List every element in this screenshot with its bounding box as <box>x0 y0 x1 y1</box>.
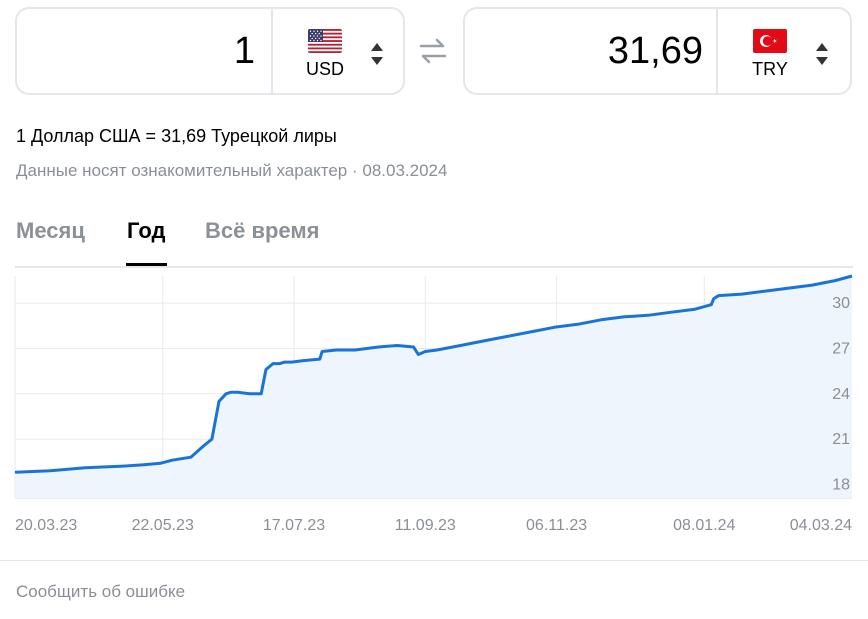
x-tick-label: 22.05.23 <box>132 517 194 534</box>
from-currency-box: 1 USD <box>15 7 405 95</box>
sort-arrows-icon <box>370 42 384 66</box>
y-tick-label: 18 <box>832 476 850 493</box>
to-currency-code: TRY <box>752 59 788 79</box>
active-tab-indicator <box>126 263 167 266</box>
tab-all-time[interactable]: Всё время <box>205 218 320 244</box>
exchange-rate-chart: 18 21 24 27 30 20.03.23 22.05.23 17.07.23 11.09.… <box>14 274 853 534</box>
report-error-link[interactable]: Сообщить об ошибке <box>16 582 185 602</box>
x-tick-label: 17.07.23 <box>263 517 325 534</box>
y-tick-label: 21 <box>832 431 850 448</box>
y-tick-label: 30 <box>832 295 850 312</box>
x-tick-label: 06.11.23 <box>526 517 587 534</box>
tab-year[interactable]: Год <box>127 218 166 244</box>
y-tick-label: 27 <box>832 340 850 357</box>
to-currency-select[interactable]: TRY <box>718 9 848 93</box>
disclaimer-text: Данные носят ознакомительный характер · … <box>16 161 448 180</box>
x-tick-label: 04.03.24 <box>790 517 852 534</box>
tab-month[interactable]: Месяц <box>16 218 85 244</box>
from-currency-select[interactable]: USD <box>273 9 403 93</box>
x-tick-label: 20.03.23 <box>15 517 77 534</box>
x-tick-label: 08.01.24 <box>673 517 735 534</box>
sort-arrows-icon <box>815 42 829 66</box>
to-currency-box: 31,69 TRY <box>463 7 852 95</box>
section-divider <box>0 560 868 561</box>
tr-flag-icon <box>753 29 787 53</box>
from-amount-input[interactable]: 1 <box>17 9 255 93</box>
swap-arrows-icon[interactable] <box>418 37 448 65</box>
from-currency-code: USD <box>305 59 344 79</box>
period-tabs: Месяц Год Всё время <box>15 218 853 268</box>
to-amount-input[interactable]: 31,69 <box>465 9 703 93</box>
y-tick-label: 24 <box>832 386 850 403</box>
us-flag-icon <box>308 29 342 53</box>
x-tick-label: 11.09.23 <box>395 517 456 534</box>
rate-summary: 1 Доллар США = 31,69 Турецкой лиры <box>16 126 337 146</box>
